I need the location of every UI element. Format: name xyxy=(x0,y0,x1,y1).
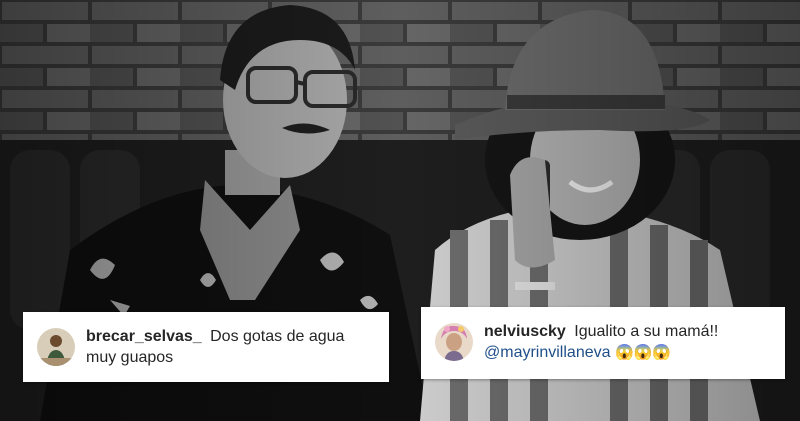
comment-card-nelviuscky: nelviuscky Igualito a su mamá!! @mayrinv… xyxy=(421,307,785,379)
emoji-group: 😱😱😱 xyxy=(614,344,671,361)
profile-avatar-icon[interactable] xyxy=(37,328,75,366)
comment-body: nelviuscky Igualito a su mamá!! @mayrinv… xyxy=(484,321,718,363)
comment-message: Igualito a su mamá!! xyxy=(574,323,719,340)
mention-link[interactable]: @mayrinvillaneva xyxy=(484,344,611,361)
comment-username[interactable]: brecar_selvas_ xyxy=(86,328,202,345)
comment-body: brecar_selvas_ Dos gotas de agua muy gua… xyxy=(86,326,375,368)
comment-username[interactable]: nelviuscky xyxy=(484,323,566,340)
profile-avatar-icon[interactable] xyxy=(435,323,473,361)
comment-card-brecar: brecar_selvas_ Dos gotas de agua muy gua… xyxy=(23,312,389,382)
